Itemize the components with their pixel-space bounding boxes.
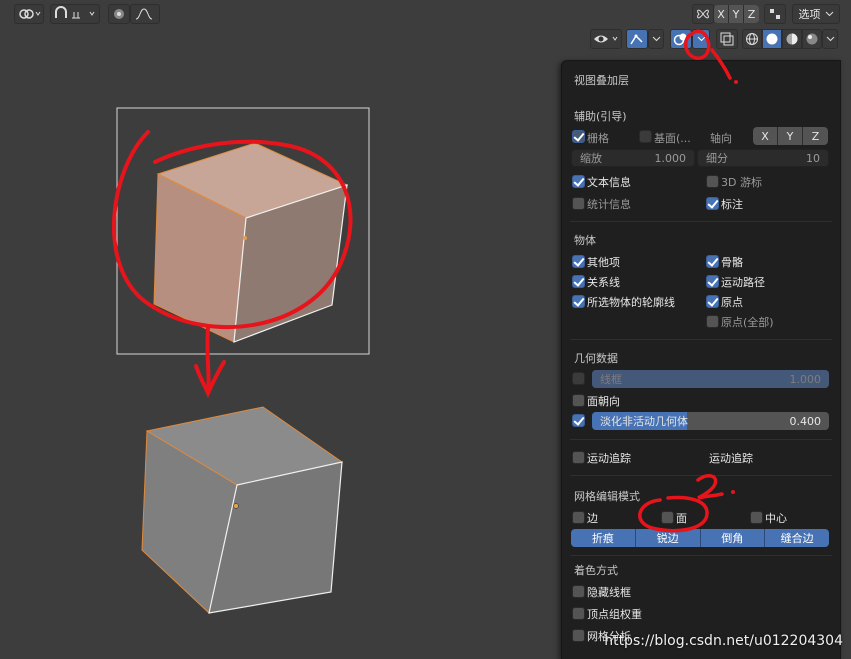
mesh-analysis-checkbox[interactable] [572, 629, 585, 642]
shading-section-title: 着色方式 [574, 564, 618, 577]
hidden-wire-label: 隐藏线框 [587, 586, 631, 599]
grid-subdivisions-value: 10 [806, 151, 820, 165]
magnet-icon [55, 6, 95, 19]
proportional-edit-icon [114, 9, 124, 19]
watermark-text: https://blog.csdn.net/u012204304 [604, 633, 843, 649]
hidden-wire-checkbox[interactable] [572, 585, 585, 598]
axis-toggles: X Y Z [753, 127, 828, 145]
viewport-illustration [111, 107, 370, 614]
center-label: 中心 [765, 512, 787, 525]
shading-material[interactable] [782, 29, 802, 49]
falloff-curve-icon [135, 8, 153, 20]
red-mark-1 [710, 48, 732, 80]
butterfly-icon [697, 9, 709, 19]
red-mark-2 [696, 474, 724, 500]
fade-inactive-label: 淡化非活动几何体 [600, 415, 688, 428]
shading-solid[interactable] [762, 29, 782, 49]
merge-vertices-icon [770, 9, 780, 19]
solid-sphere-icon [766, 33, 778, 45]
rendered-sphere-icon [806, 33, 818, 45]
snap-dropdown[interactable] [50, 4, 100, 24]
wireframe-label: 线框 [600, 373, 622, 386]
link-icon [19, 9, 41, 19]
axis-z-button[interactable]: Z [803, 127, 828, 145]
vertex-group-weights-label: 顶点组权重 [587, 608, 642, 621]
red-circle-overlay-dropdown [684, 29, 711, 60]
chevron-down-icon [825, 11, 833, 17]
options-dropdown[interactable]: 选项 [792, 4, 840, 24]
material-sphere-icon [786, 33, 798, 45]
proportional-edit-toggle[interactable] [108, 4, 130, 24]
falloff-dropdown[interactable] [130, 4, 160, 24]
pivot-dropdown[interactable] [14, 4, 44, 24]
red-circle-faces [638, 495, 709, 533]
cube-after [141, 406, 344, 614]
axis-y-button[interactable]: Y [778, 127, 803, 145]
options-label: 选项 [798, 8, 821, 21]
fade-inactive-value: 0.400 [789, 414, 822, 428]
red-annotations [638, 29, 738, 533]
chevron-down-icon [826, 36, 834, 42]
divider [570, 555, 832, 556]
shading-rendered[interactable] [802, 29, 822, 49]
shading-dropdown[interactable] [822, 29, 838, 49]
auto-merge-button[interactable] [764, 4, 786, 24]
wireframe-value: 1.000 [789, 372, 822, 386]
seam-button[interactable]: 缝合边 [765, 529, 829, 547]
vertex-group-weights-checkbox[interactable] [572, 607, 585, 620]
